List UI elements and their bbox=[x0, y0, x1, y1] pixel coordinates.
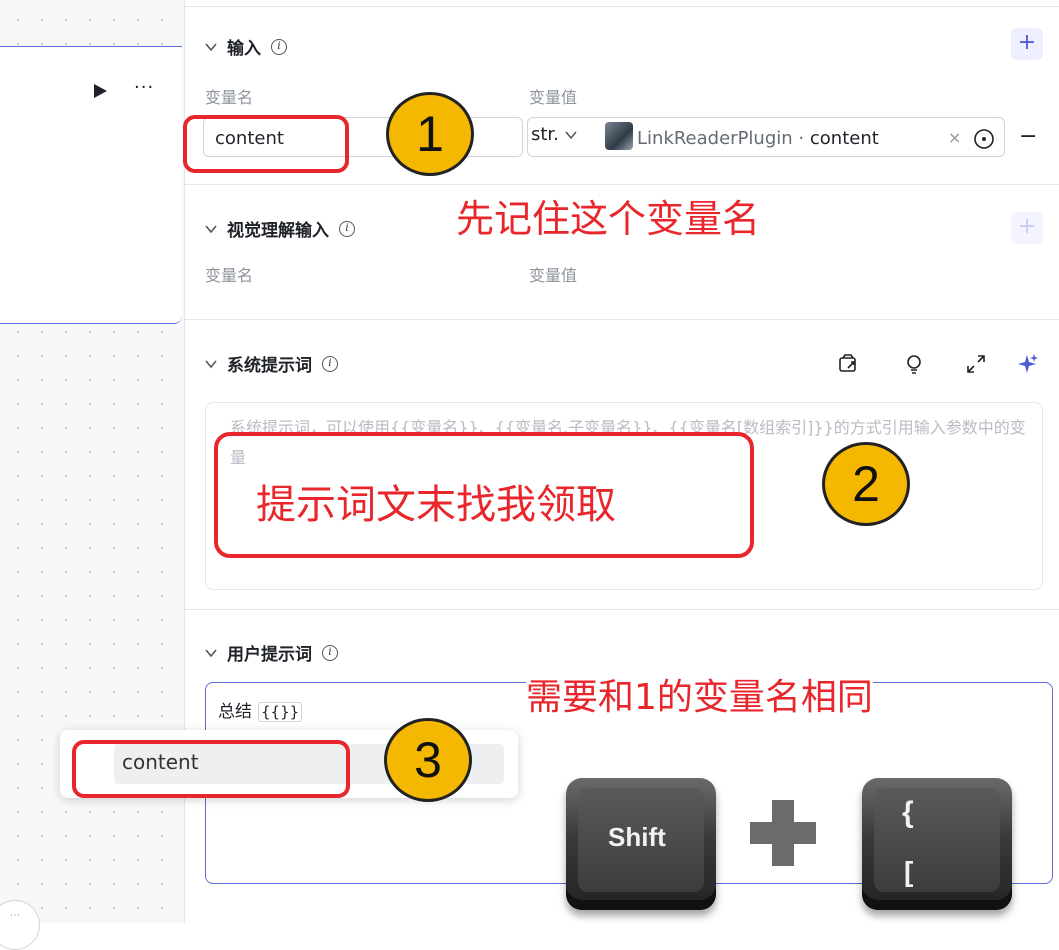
lightbulb-icon[interactable] bbox=[903, 353, 925, 375]
plugin-separator: · bbox=[798, 128, 805, 149]
highlight-box-1 bbox=[183, 115, 349, 173]
col-label-value: 变量值 bbox=[529, 88, 578, 107]
type-select[interactable]: str. bbox=[531, 124, 577, 145]
bracket-key-image: { [ bbox=[862, 778, 1012, 910]
plugin-name: LinkReaderPlugin bbox=[637, 128, 793, 149]
clear-icon[interactable]: × bbox=[948, 128, 961, 147]
play-icon[interactable] bbox=[92, 83, 108, 99]
col-label-name: 变量名 bbox=[205, 266, 254, 285]
user-prompt-text: 总结 {{}} bbox=[218, 697, 303, 722]
shift-key-label: Shift bbox=[608, 822, 666, 852]
col-label-value: 变量值 bbox=[529, 266, 578, 285]
step-badge-1: 1 bbox=[386, 92, 474, 176]
node-card[interactable]: ··· bbox=[0, 46, 182, 324]
bracket-key-label: [ bbox=[904, 856, 914, 887]
annotation-note-2: 提示词文末找我领取 bbox=[256, 482, 616, 528]
variable-token: {{}} bbox=[258, 702, 303, 722]
col-label-name: 变量名 bbox=[205, 88, 254, 107]
info-icon: i bbox=[339, 220, 355, 237]
step-badge-2: 2 bbox=[822, 442, 910, 526]
type-select-label: str. bbox=[531, 124, 559, 145]
highlight-box-3 bbox=[72, 740, 350, 798]
system-prompt-title: 系统提示词 bbox=[227, 356, 312, 376]
brace-key-label: { bbox=[902, 796, 914, 829]
remove-input-button[interactable]: − bbox=[1019, 124, 1037, 149]
vision-section-title: 视觉理解输入 bbox=[227, 221, 329, 241]
chevron-down-icon bbox=[205, 359, 217, 368]
vision-section-header[interactable]: 视觉理解输入 i bbox=[205, 216, 355, 241]
add-input-button[interactable]: + bbox=[1011, 28, 1043, 60]
input-section-header[interactable]: 输入 i bbox=[205, 34, 287, 59]
prompt-library-icon[interactable] bbox=[837, 353, 859, 375]
plugin-reference: LinkReaderPlugin · content bbox=[637, 128, 879, 149]
expand-icon[interactable] bbox=[965, 353, 987, 375]
input-section-title: 输入 bbox=[227, 39, 261, 59]
plugin-field: content bbox=[809, 128, 879, 149]
step-badge-3: 3 bbox=[384, 718, 472, 802]
system-prompt-header[interactable]: 系统提示词 i bbox=[205, 351, 338, 376]
ai-sparkle-icon[interactable] bbox=[1017, 353, 1039, 375]
info-icon: i bbox=[322, 644, 338, 661]
chevron-down-icon bbox=[565, 131, 577, 140]
annotation-note-3: 需要和1的变量名相同 bbox=[526, 668, 873, 720]
chevron-down-icon bbox=[205, 224, 217, 233]
info-icon: i bbox=[271, 38, 287, 55]
more-horizontal-icon[interactable]: ··· bbox=[134, 77, 154, 98]
annotation-note-1: 先记住这个变量名 bbox=[456, 197, 761, 241]
target-icon[interactable] bbox=[973, 128, 995, 150]
user-prompt-content: 总结 bbox=[218, 702, 252, 722]
plus-icon bbox=[750, 800, 816, 866]
user-prompt-header[interactable]: 用户提示词 i bbox=[205, 640, 338, 665]
add-vision-input-button[interactable]: + bbox=[1011, 212, 1043, 244]
key-face bbox=[874, 788, 1000, 892]
chevron-down-icon bbox=[205, 648, 217, 657]
plugin-avatar-icon bbox=[605, 122, 633, 150]
info-icon: i bbox=[322, 355, 338, 372]
chevron-down-icon bbox=[205, 42, 217, 51]
shift-key-image: Shift bbox=[566, 778, 716, 910]
user-prompt-title: 用户提示词 bbox=[227, 645, 312, 665]
